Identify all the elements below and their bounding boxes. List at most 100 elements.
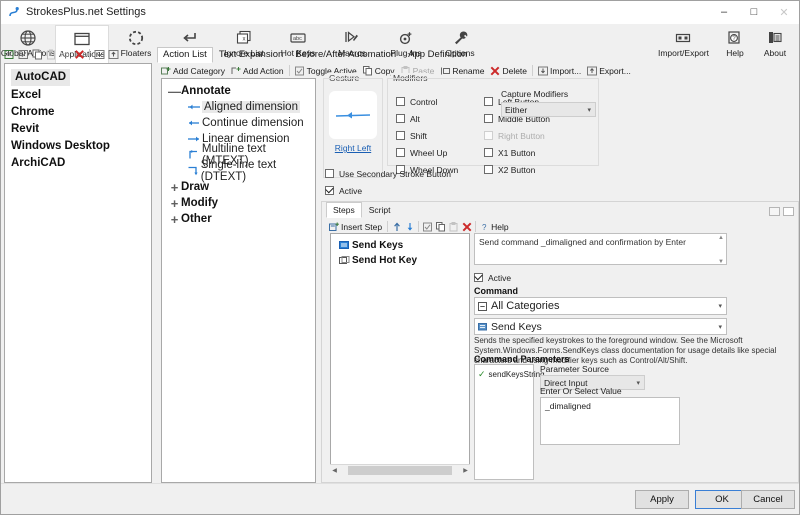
parameter-source-label: Parameter Source	[540, 364, 609, 374]
tree-category-other[interactable]: + Other	[162, 211, 315, 227]
maximize-panel-button[interactable]	[783, 207, 794, 216]
tree-item-label: Continue dimension	[202, 117, 304, 129]
checkbox-box	[484, 131, 493, 140]
command-category-dropdown[interactable]: All Categories ▾	[474, 297, 727, 315]
description-scrollbar[interactable]: ▲▼	[717, 235, 725, 265]
insert-step-button[interactable]: Insert Step	[326, 222, 385, 232]
tab-steps[interactable]: Steps	[326, 202, 362, 218]
capture-modifiers-dropdown[interactable]: Either ▾	[501, 102, 596, 117]
toggle-active-icon[interactable]	[421, 220, 434, 233]
tree-item-single-line-text[interactable]: Single-line text (DTEXT)	[162, 163, 315, 179]
command-parameters-label: Command Parameters	[474, 354, 570, 364]
maximize-button[interactable]: □	[739, 1, 769, 23]
tree-category-annotate[interactable]: — Annotate	[162, 83, 315, 99]
add-app-icon[interactable]	[3, 48, 16, 61]
add-action-label: Add Action	[243, 66, 284, 76]
step-list-hscrollbar[interactable]: ◀ ▶	[330, 464, 470, 475]
gesture-active-checkbox[interactable]: Active	[325, 182, 451, 199]
rename-icon	[440, 66, 450, 76]
close-button[interactable]: ✕	[769, 1, 799, 23]
scroll-down-arrow-icon[interactable]: ▼	[718, 259, 724, 265]
modifier-x1-button-checkbox[interactable]: X1 Button	[484, 144, 550, 161]
move-up-icon[interactable]	[390, 220, 403, 233]
parameter-list[interactable]: ✓ sendKeysString	[474, 364, 534, 480]
expand-expander-icon[interactable]: +	[168, 197, 181, 210]
modifier-control-checkbox[interactable]: Control	[396, 93, 458, 110]
app-list-item-windows-desktop[interactable]: Windows Desktop	[5, 138, 151, 155]
modifier-alt-checkbox[interactable]: Alt	[396, 110, 458, 127]
gesture-thumbnail[interactable]	[329, 91, 377, 139]
delete-icon[interactable]	[73, 48, 86, 61]
gesture-link[interactable]: Right Left	[324, 143, 382, 153]
add-category-button[interactable]: Add Category	[158, 66, 228, 76]
add-action-button[interactable]: Add Action	[228, 66, 287, 76]
tree-item-aligned-dimension[interactable]: Aligned dimension	[162, 99, 315, 115]
tab-before-after-automation[interactable]: Before/After Automation	[289, 47, 402, 63]
value-input[interactable]: _dimaligned	[540, 397, 680, 445]
import-button[interactable]: Import...	[535, 66, 584, 76]
tree-item-continue-dimension[interactable]: Continue dimension	[162, 115, 315, 131]
tree-category-modify[interactable]: + Modify	[162, 195, 315, 211]
scroll-left-arrow-icon[interactable]: ◀	[330, 467, 339, 474]
tree-item-label: Aligned dimension	[202, 101, 300, 113]
tab-text-expansion[interactable]: Text Expansion	[213, 47, 289, 63]
step-item-send-keys[interactable]: Send Keys	[331, 238, 469, 253]
scroll-right-arrow-icon[interactable]: ▶	[461, 467, 470, 474]
ribbon-item-import-export[interactable]: Import/Export	[652, 25, 715, 64]
expand-expander-icon[interactable]: +	[168, 181, 181, 194]
ribbon-item-help[interactable]: ? Help	[715, 25, 755, 64]
abc-key-icon: abc	[289, 28, 307, 48]
tab-script[interactable]: Script	[362, 202, 398, 218]
step-item-label: Send Keys	[352, 240, 403, 251]
tab-action-list[interactable]: Action List	[157, 47, 213, 63]
copy-icon[interactable]	[434, 220, 447, 233]
help-question-icon: ?	[481, 222, 489, 232]
help-button[interactable]: ? Help	[478, 222, 511, 232]
app-list-item-chrome[interactable]: Chrome	[5, 104, 151, 121]
delete-button[interactable]: Delete	[487, 66, 530, 76]
cancel-button[interactable]: Cancel	[741, 490, 795, 509]
modifier-x2-button-checkbox[interactable]: X2 Button	[484, 161, 550, 178]
macro-record-icon	[343, 28, 361, 48]
action-tree[interactable]: — Annotate Aligned dimension Continue di…	[161, 78, 316, 483]
app-list-item-revit[interactable]: Revit	[5, 121, 151, 138]
modifier-shift-checkbox[interactable]: Shift	[396, 127, 458, 144]
move-down-icon[interactable]	[403, 220, 416, 233]
rename-icon[interactable]: I▭	[59, 48, 72, 61]
app-list-item-archicad[interactable]: ArchiCAD	[5, 155, 151, 172]
tab-app-definition[interactable]: App Definition	[402, 47, 473, 63]
rename-button[interactable]: Rename	[437, 66, 487, 76]
expand-expander-icon[interactable]: +	[168, 213, 181, 226]
ribbon-item-about[interactable]: About	[755, 25, 795, 64]
scroll-up-arrow-icon[interactable]: ▲	[718, 235, 724, 241]
paste-icon[interactable]	[45, 48, 58, 61]
modifier-label: Alt	[410, 114, 420, 124]
apply-button[interactable]: Apply	[635, 490, 689, 509]
export-button[interactable]: Export...	[584, 66, 634, 76]
command-name-dropdown[interactable]: Send Keys ▾	[474, 318, 727, 335]
import-icon[interactable]	[93, 48, 106, 61]
copy-icon[interactable]	[31, 48, 44, 61]
modifier-wheel-up-checkbox[interactable]: Wheel Up	[396, 144, 458, 161]
collapse-expander-icon[interactable]: —	[168, 85, 181, 98]
app-list-item-autocad[interactable]: AutoCAD	[5, 68, 151, 87]
tree-category-label: Other	[181, 213, 212, 225]
export-icon[interactable]	[107, 48, 120, 61]
application-list[interactable]: AutoCAD Excel Chrome Revit Windows Deskt…	[4, 63, 152, 483]
toggle-active-icon	[295, 66, 305, 76]
step-description-input[interactable]: Send command _dimaligned and confirmatio…	[474, 233, 727, 265]
restore-panel-button[interactable]	[769, 207, 780, 216]
toggle-active-icon[interactable]	[17, 48, 30, 61]
parameter-item-sendkeysstring[interactable]: ✓ sendKeysString	[475, 368, 533, 380]
dotted-circle-icon	[127, 28, 145, 48]
scrollbar-thumb[interactable]	[348, 466, 452, 475]
minimize-button[interactable]: –	[709, 1, 739, 23]
app-list-item-excel[interactable]: Excel	[5, 87, 151, 104]
paste-icon[interactable]	[447, 220, 460, 233]
use-secondary-stroke-button-checkbox[interactable]: Use Secondary Stroke Button	[325, 165, 451, 182]
step-item-send-hot-key[interactable]: Send Hot Key	[331, 253, 469, 268]
delete-icon[interactable]	[460, 220, 473, 233]
step-active-checkbox[interactable]: Active	[474, 269, 511, 286]
step-list[interactable]: Send Keys Send Hot Key	[330, 233, 470, 475]
toolbar-separator	[289, 65, 290, 76]
